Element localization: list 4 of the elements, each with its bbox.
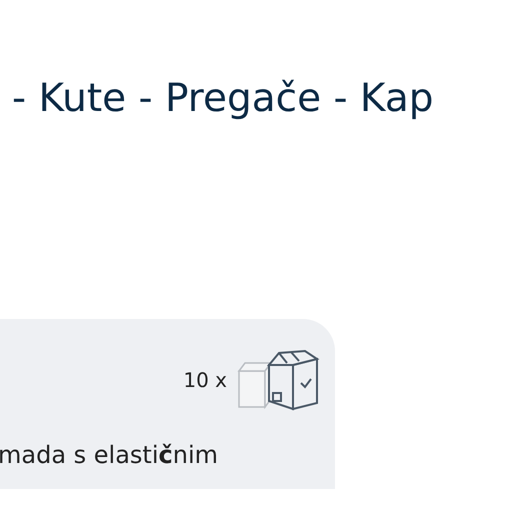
page-heading: - Kute - Pregače - Kap (11, 75, 434, 123)
boxes-icon (235, 348, 321, 411)
quantity-label: 10 x (183, 368, 227, 392)
product-description: mada s elastičnim (0, 440, 220, 469)
